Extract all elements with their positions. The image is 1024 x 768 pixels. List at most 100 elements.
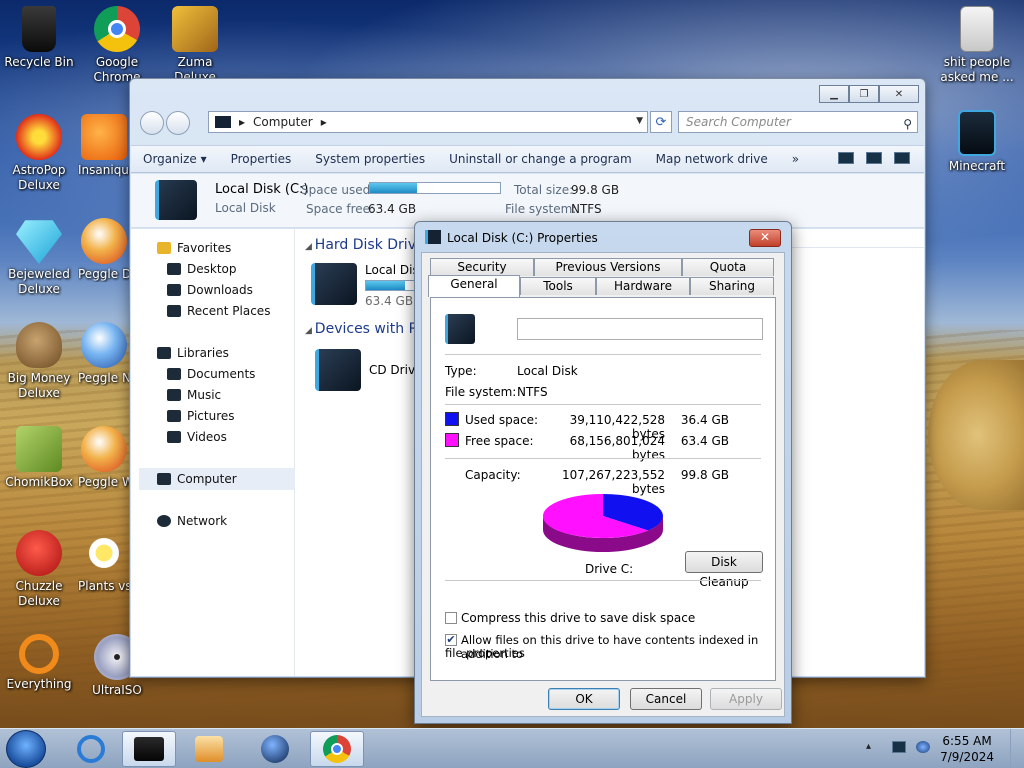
uninstall-button[interactable]: Uninstall or change a program	[437, 152, 644, 166]
everything-icon	[19, 634, 59, 674]
search-placeholder: Search Computer	[686, 115, 791, 129]
used-space-gb: 36.4 GB	[680, 413, 729, 427]
desktop-icon-chomikbox[interactable]: ChomikBox	[0, 426, 78, 490]
taskbar-globe-app[interactable]	[248, 731, 302, 767]
chomikbox-icon	[16, 426, 62, 472]
general-tab-panel: Type: Local Disk File system: NTFS Used …	[430, 297, 776, 681]
maximize-button[interactable]: ❐	[849, 85, 879, 103]
nav-music[interactable]: Music	[167, 388, 221, 402]
search-input[interactable]: Search Computer ⚲	[678, 111, 918, 133]
view-options-icon[interactable]	[838, 152, 854, 164]
desktop-icon-peggle[interactable]: Peggle Deluxe	[78, 218, 130, 282]
nav-libraries[interactable]: Libraries	[157, 346, 229, 360]
desktop-icon-bejeweled[interactable]: Bejeweled Deluxe	[0, 218, 78, 297]
desktop-icon-peggle-wow[interactable]: Peggle World of Warcraft	[78, 426, 130, 490]
start-button[interactable]	[6, 730, 46, 768]
desktop-icon-everything[interactable]: Everything	[0, 634, 78, 692]
dialog-title: Local Disk (C:) Properties	[447, 231, 598, 245]
disk-cleanup-button[interactable]: Disk Cleanup	[685, 551, 763, 589]
taskbar-internet-explorer[interactable]	[64, 731, 118, 767]
tab-security[interactable]: Security	[430, 258, 534, 276]
tab-previous-versions[interactable]: Previous Versions	[534, 258, 682, 276]
system-properties-button[interactable]: System properties	[303, 152, 437, 166]
desktop-icon-chuzzle[interactable]: Chuzzle Deluxe	[0, 530, 78, 609]
nav-label: Documents	[187, 367, 256, 381]
tab-tools[interactable]: Tools	[520, 277, 596, 295]
desktop-icon-minecraft[interactable]: Minecraft	[936, 110, 1018, 174]
used-space-label: Used space:	[465, 413, 539, 427]
chevron-down-icon[interactable]: ▼	[636, 116, 643, 126]
refresh-button[interactable]: ⟳	[650, 111, 672, 133]
close-button[interactable]: ✕	[879, 85, 919, 103]
index-files-checkbox[interactable]: ✔	[445, 634, 457, 646]
tab-hardware[interactable]: Hardware	[596, 277, 690, 295]
space-free-value: 63.4 GB	[368, 202, 417, 216]
media-player-icon	[195, 736, 223, 762]
network-tray-icon[interactable]	[892, 741, 906, 753]
nav-label: Computer	[177, 472, 237, 486]
group-header-hard-disk-drives[interactable]: ◢ Hard Disk Drives	[305, 237, 432, 253]
space-used-bar	[369, 182, 501, 194]
separator	[445, 458, 761, 459]
organize-button[interactable]: Organize ▾	[131, 152, 219, 166]
search-icon[interactable]: ⚲	[903, 114, 912, 134]
desktop-icon-recycle-bin[interactable]: Recycle Bin	[0, 6, 78, 70]
desktop-icon-label: Plants vs. Zombies	[78, 579, 130, 593]
nav-favorites[interactable]: Favorites	[157, 241, 231, 255]
collapse-icon: ◢	[305, 326, 315, 336]
nav-videos[interactable]: Videos	[167, 430, 227, 444]
tab-quota[interactable]: Quota	[682, 258, 774, 276]
taskbar-chrome[interactable]	[310, 731, 364, 767]
desktop-icon-folder[interactable]: shit people asked me ...	[936, 6, 1018, 85]
compress-drive-checkbox[interactable]	[445, 612, 457, 624]
network-icon	[157, 515, 171, 527]
cancel-button[interactable]: Cancel	[630, 688, 702, 710]
desktop-icon-insaniquarium[interactable]: Insaniquarium Deluxe	[78, 114, 130, 178]
show-desktop-button[interactable]	[1010, 729, 1024, 768]
tab-general[interactable]: General	[428, 275, 520, 297]
desktop-icon-label: Recycle Bin	[4, 55, 74, 69]
breadcrumb-computer[interactable]: Computer	[253, 115, 313, 129]
desktop-icon-peggle-nights[interactable]: Peggle Nights Deluxe	[78, 322, 130, 386]
system-clock[interactable]: 6:55 AM 7/9/2024	[940, 733, 994, 765]
desktop-icon-plants-zombies[interactable]: Plants vs. Zombies	[78, 530, 130, 594]
minimize-button[interactable]: ▁	[819, 85, 849, 103]
nav-desktop[interactable]: Desktop	[167, 262, 237, 276]
desktop-icon-zuma[interactable]: Zuma Deluxe	[156, 6, 234, 85]
taskbar-media-player[interactable]	[182, 731, 236, 767]
nav-pictures[interactable]: Pictures	[167, 409, 235, 423]
forward-button[interactable]	[166, 111, 190, 135]
ok-button[interactable]: OK	[548, 688, 620, 710]
nav-documents[interactable]: Documents	[167, 367, 255, 381]
nav-downloads[interactable]: Downloads	[167, 283, 253, 297]
apply-button[interactable]: Apply	[710, 688, 782, 710]
drive-title: Local Disk (C:)	[215, 182, 309, 197]
properties-button[interactable]: Properties	[219, 152, 304, 166]
properties-dialog: Local Disk (C:) Properties ✕ Security Pr…	[414, 221, 792, 724]
hard-drive-icon	[155, 180, 197, 220]
space-free-label: Space free:	[306, 202, 375, 216]
address-bar[interactable]: ▸ Computer ▸ ▼	[208, 111, 648, 133]
nav-network[interactable]: Network	[157, 514, 227, 528]
show-hidden-icons-icon[interactable]: ▴	[866, 741, 880, 753]
desktop-icon-label: Peggle World of Warcraft	[78, 475, 130, 489]
nav-computer[interactable]: Computer	[157, 472, 237, 486]
taskbar-explorer-window[interactable]	[122, 731, 176, 767]
free-space-swatch	[445, 433, 459, 447]
preview-pane-icon[interactable]	[866, 152, 882, 164]
desktop-icon-astropop[interactable]: AstroPop Deluxe	[0, 114, 78, 193]
desktop-icon-big-money[interactable]: Big Money Deluxe	[0, 322, 78, 401]
desktop-icon-chrome[interactable]: Google Chrome	[78, 6, 156, 85]
dialog-close-button[interactable]: ✕	[749, 229, 781, 247]
tab-sharing[interactable]: Sharing	[690, 277, 774, 295]
nav-recent-places[interactable]: Recent Places	[167, 304, 270, 318]
map-network-drive-button[interactable]: Map network drive	[644, 152, 780, 166]
volume-label-input[interactable]	[517, 318, 763, 340]
volume-tray-icon[interactable]	[916, 741, 930, 753]
separator	[445, 354, 761, 355]
help-icon[interactable]	[894, 152, 910, 164]
more-commands-button[interactable]: »	[780, 152, 811, 166]
details-bar: Local Disk (C:) Local Disk Space used: S…	[131, 174, 924, 228]
insaniquarium-icon	[81, 114, 127, 160]
back-button[interactable]	[140, 111, 164, 135]
